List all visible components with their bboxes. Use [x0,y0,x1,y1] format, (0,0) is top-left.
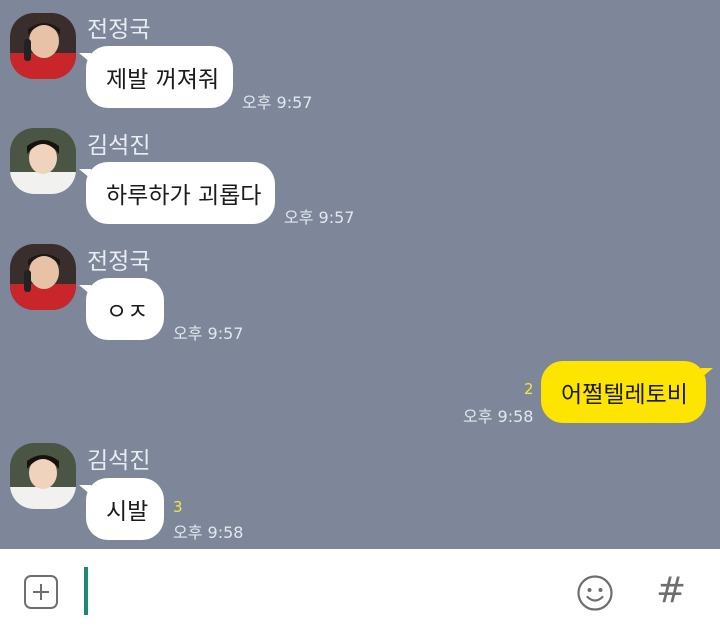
sender-name: 김석진 [87,133,151,159]
text-caret [84,567,88,615]
unread-count: 2 [524,380,534,398]
message-bubble[interactable]: 하루하가 괴롭다 [79,162,275,224]
sender-name: 김석진 [87,448,151,474]
message-time: 오후 9:57 [284,208,355,227]
message-bubble[interactable]: ㅇㅈ [79,278,164,340]
hash-icon[interactable]: # [656,570,686,612]
message-bubble[interactable]: 시발 [79,478,164,540]
sender-name: 전정국 [87,249,151,275]
sender-name: 전정국 [87,17,151,43]
message-time: 오후 9:58 [173,523,244,542]
message-input[interactable] [82,566,558,616]
avatar[interactable] [10,128,76,194]
avatar[interactable] [10,13,76,79]
message-bubble[interactable]: 어쩔텔레토비 [541,361,713,423]
chat-area[interactable]: 전정국 제발 꺼져줘 오후 9:57 김석진 하루하가 괴롭다 오후 9:57 [0,0,720,549]
smiley-icon[interactable] [576,574,614,612]
message-time: 오후 9:57 [173,324,244,343]
avatar[interactable] [10,244,76,310]
unread-count: 3 [173,498,183,516]
avatar[interactable] [10,443,76,509]
plus-square-icon[interactable] [24,575,58,609]
message-time: 오후 9:57 [242,93,313,112]
message-bubble[interactable]: 제발 꺼져줘 [79,46,233,108]
message-time: 오후 9:58 [463,407,534,426]
